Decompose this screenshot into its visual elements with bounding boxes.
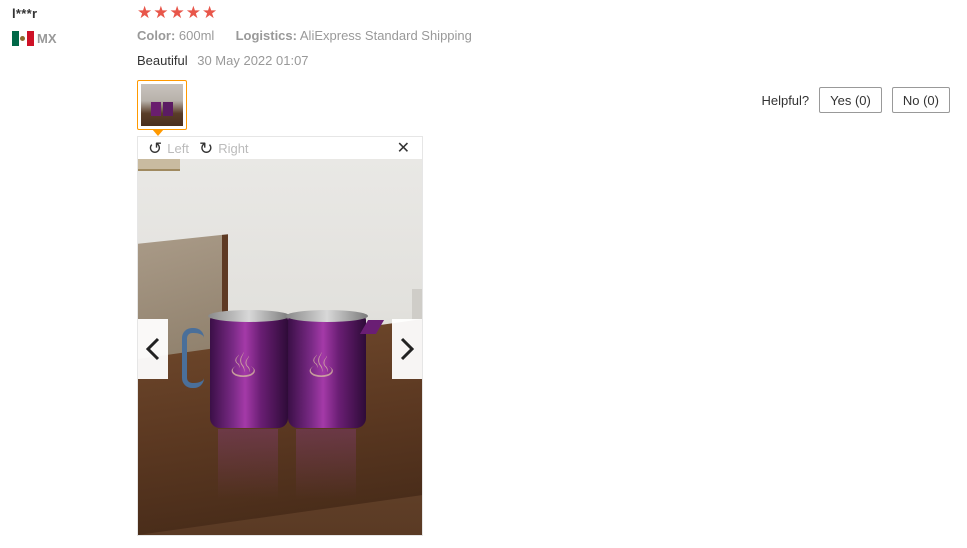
thumbnail-image [141,84,183,126]
viewer-toolbar: ↺ Left ↻ Right ✕ [138,137,422,159]
mexico-flag-icon [12,31,34,46]
country-code: MX [37,31,57,46]
thumbnail-caret-icon [152,129,164,136]
photo-milk-jug: ♨ [286,310,385,428]
rotate-right-button[interactable]: ↻ Right [199,140,249,157]
review-content: Beautiful 30 May 2022 01:07 [137,53,309,68]
rotate-left-button[interactable]: ↺ Left [148,140,189,157]
logistics-value: AliExpress Standard Shipping [299,28,472,43]
review-photo-thumbnail[interactable] [137,80,187,130]
review-meta: Color: 600ml Logistics: AliExpress Stand… [137,28,472,43]
review-photo: ♨ ♨ [138,159,422,535]
swan-engraving-icon: ♨ [306,347,337,385]
photo-reflection [296,429,356,499]
close-icon[interactable]: ✕ [397,138,410,158]
chevron-left-icon [146,337,160,361]
reviewer-name: l***r [12,6,38,21]
helpful-yes-button[interactable]: Yes (0) [819,87,882,113]
logistics-label: Logistics: [235,28,297,43]
star-rating: ★ ★ ★ ★ ★ [137,4,217,21]
swan-engraving-icon: ♨ [228,347,259,385]
review-date: 30 May 2022 01:07 [197,53,309,68]
chevron-right-icon [400,337,414,361]
rotate-right-label: Right [218,140,249,156]
previous-photo-button[interactable] [138,319,168,379]
star-icon: ★ [169,3,185,22]
helpful-vote: Helpful? Yes (0) No (0) [761,87,950,113]
helpful-label: Helpful? [761,92,810,108]
rotate-left-icon: ↺ [148,138,163,158]
rotate-left-label: Left [167,140,189,156]
color-value: 600ml [178,28,215,43]
helpful-no-button[interactable]: No (0) [891,87,950,113]
star-icon: ★ [153,3,169,22]
star-icon: ★ [202,3,218,22]
photo-viewer: ↺ Left ↻ Right ✕ ♨ ♨ [137,136,423,536]
rotate-right-icon: ↻ [198,138,214,158]
photo-reflection [218,429,278,499]
color-label: Color: [137,28,176,43]
next-photo-button[interactable] [392,319,422,379]
photo-wall-frame [138,159,180,171]
reviewer-info: l***r MX [12,6,122,46]
star-icon: ★ [137,3,153,22]
photo-milk-jug: ♨ [182,310,290,428]
review-text: Beautiful [137,53,188,68]
reviewer-country: MX [12,31,57,46]
star-icon: ★ [185,3,201,22]
